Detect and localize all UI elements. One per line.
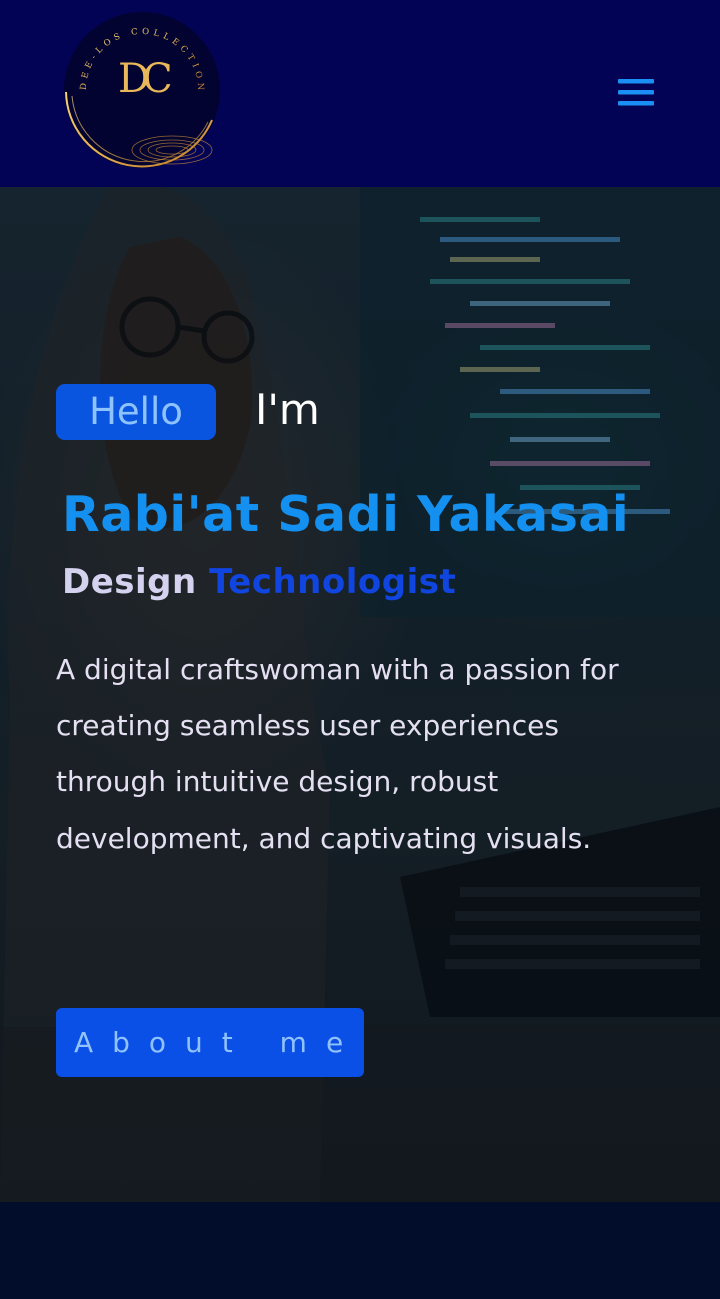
hero-description: A digital craftswoman with a passion for… (56, 653, 619, 855)
hello-badge: Hello (56, 384, 216, 440)
footer-band (0, 1202, 720, 1299)
brand-monogram: DC (118, 56, 173, 102)
hero-name: Rabi'at Sadi Yakasai (62, 486, 630, 543)
role-word-design: Design (62, 562, 197, 602)
about-me-button-label: About me (74, 1026, 363, 1059)
hamburger-menu-button[interactable] (614, 76, 658, 110)
hamburger-menu-icon (618, 79, 654, 106)
hello-badge-label: Hello (89, 390, 183, 433)
about-me-button[interactable]: About me (56, 1008, 364, 1077)
intro-text: I'm (255, 385, 320, 434)
navbar: DEE-LOS COLLECTION DC (0, 0, 720, 187)
hero-role: Design Technologist (62, 559, 456, 605)
role-word-technologist: Technologist (209, 562, 457, 602)
brand-logo[interactable]: DEE-LOS COLLECTION DC (62, 10, 222, 170)
